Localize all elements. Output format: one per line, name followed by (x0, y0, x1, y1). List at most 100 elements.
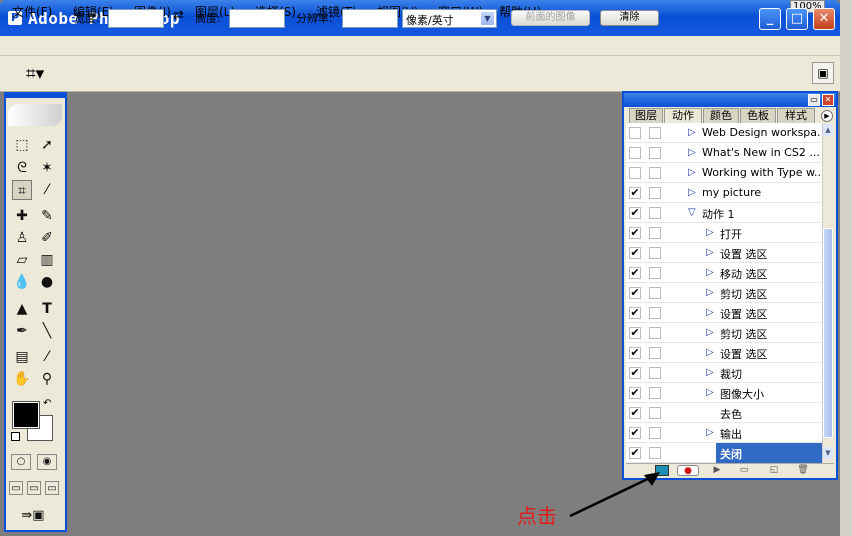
toggle-dialog-checkbox[interactable] (649, 347, 661, 359)
default-colors-icon[interactable] (11, 432, 20, 441)
line-tool-icon[interactable]: ╲ (37, 321, 57, 341)
magic-wand-tool-icon[interactable]: ✶ (37, 158, 57, 178)
collapsed-triangle-icon[interactable]: ▷ (706, 327, 714, 338)
collapsed-triangle-icon[interactable]: ▷ (706, 367, 714, 378)
action-row[interactable]: ✔ ▷ my picture (626, 183, 822, 203)
move-tool-icon[interactable]: ➚ (37, 135, 57, 155)
front-image-button[interactable]: 前面的图像 (511, 10, 590, 26)
toggle-item-checkbox[interactable]: ✔ (629, 387, 641, 399)
toggle-item-checkbox[interactable]: ✔ (629, 447, 641, 459)
resolution-input[interactable] (342, 9, 398, 28)
toggle-dialog-checkbox[interactable] (649, 247, 661, 259)
menu-file[interactable]: 文件(F) (12, 3, 52, 20)
toggle-item-checkbox[interactable]: ✔ (629, 347, 641, 359)
toggle-dialog-checkbox[interactable] (649, 187, 661, 199)
begin-recording-button[interactable]: ● (677, 465, 699, 476)
collapsed-triangle-icon[interactable]: ▷ (706, 427, 714, 438)
action-row[interactable]: ✔ ▷ 图像大小 (626, 383, 822, 403)
toggle-item-checkbox[interactable]: ✔ (629, 227, 641, 239)
toggle-dialog-checkbox[interactable] (649, 207, 661, 219)
tab-swatches[interactable]: 色板 (740, 108, 776, 123)
toggle-item-checkbox[interactable]: ✔ (629, 427, 641, 439)
scroll-down-icon[interactable]: ▼ (823, 447, 833, 459)
action-row[interactable]: ▷ Working with Type w... (626, 163, 822, 183)
type-tool-icon[interactable]: T (37, 299, 57, 319)
collapsed-triangle-icon[interactable]: ▷ (706, 227, 714, 238)
toggle-item-checkbox[interactable]: ✔ (629, 367, 641, 379)
panel-close-icon[interactable]: ✕ (822, 94, 834, 106)
action-row[interactable]: ▷ What's New in CS2 ... (626, 143, 822, 163)
action-row[interactable]: ✔ ▷ 移动 选区 (626, 263, 822, 283)
toggle-item-checkbox[interactable]: ✔ (629, 207, 641, 219)
toggle-dialog-checkbox[interactable] (649, 287, 661, 299)
toggle-dialog-checkbox[interactable] (649, 447, 661, 459)
tab-actions[interactable]: 动作 (664, 108, 702, 123)
close-button[interactable]: ✕ (813, 8, 835, 30)
brush-tool-icon[interactable]: ✎ (37, 206, 57, 226)
feather-logo-icon[interactable] (8, 104, 62, 126)
action-row[interactable]: ✔ ▷ 设置 选区 (626, 303, 822, 323)
eraser-tool-icon[interactable]: ▱ (12, 250, 32, 270)
toggle-item-checkbox[interactable]: ✔ (629, 267, 641, 279)
scroll-thumb[interactable] (823, 228, 833, 438)
toggle-item-checkbox[interactable] (629, 147, 641, 159)
action-row[interactable]: ✔ ▷ 输出 (626, 423, 822, 443)
height-input[interactable] (229, 9, 285, 28)
collapsed-triangle-icon[interactable]: ▷ (688, 127, 696, 138)
toggle-item-checkbox[interactable]: ✔ (629, 307, 641, 319)
hand-tool-icon[interactable]: ✋ (12, 369, 32, 389)
crop-tool-preset-icon[interactable]: ⌗▾ (26, 64, 44, 84)
expanded-triangle-icon[interactable]: ▽ (688, 207, 696, 218)
standard-mode-icon[interactable]: ○ (11, 454, 31, 470)
collapsed-triangle-icon[interactable]: ▷ (688, 187, 696, 198)
screen-mode-full-icon[interactable]: ▭ (45, 481, 59, 495)
toggle-dialog-checkbox[interactable] (649, 427, 661, 439)
resolution-unit-select[interactable]: 像素/英寸 ▼ (402, 9, 497, 28)
toggle-dialog-checkbox[interactable] (649, 127, 661, 139)
toggle-dialog-checkbox[interactable] (649, 227, 661, 239)
action-row[interactable]: ✔ ▷ 打开 (626, 223, 822, 243)
quick-mask-mode-icon[interactable]: ◉ (37, 454, 57, 470)
collapsed-triangle-icon[interactable]: ▷ (688, 147, 696, 158)
toggle-dialog-checkbox[interactable] (649, 147, 661, 159)
toggle-dialog-checkbox[interactable] (649, 167, 661, 179)
blur-tool-icon[interactable]: 💧 (12, 272, 32, 292)
width-input[interactable] (108, 9, 164, 28)
toggle-dialog-checkbox[interactable] (649, 387, 661, 399)
path-selection-tool-icon[interactable]: ▲ (12, 299, 32, 319)
play-selection-button[interactable]: ▶ (710, 465, 724, 476)
create-new-set-button[interactable]: ▭ (737, 465, 751, 476)
jump-to-imageready-icon[interactable]: ⇛▣ (13, 506, 53, 526)
dodge-tool-icon[interactable]: ● (37, 272, 57, 292)
maximize-button[interactable]: □ (786, 8, 808, 30)
toggle-item-checkbox[interactable]: ✔ (629, 407, 641, 419)
action-row[interactable]: ✔ ▷ 裁切 (626, 363, 822, 383)
history-brush-tool-icon[interactable]: ✐ (37, 228, 57, 248)
swap-icon[interactable]: ⇄ (173, 8, 184, 23)
screen-mode-standard-icon[interactable]: ▭ (9, 481, 23, 495)
toggle-item-checkbox[interactable] (629, 127, 641, 139)
toggle-item-checkbox[interactable] (629, 167, 641, 179)
panel-menu-icon[interactable]: ▶ (821, 110, 833, 122)
action-row[interactable]: ✔ 去色 (626, 403, 822, 423)
delete-trash-icon[interactable]: 🗑 (796, 465, 810, 476)
screen-mode-full-menu-icon[interactable]: ▭ (27, 481, 41, 495)
foreground-color-swatch[interactable] (12, 401, 40, 429)
create-new-action-button[interactable]: ◱ (767, 465, 781, 476)
toggle-dialog-checkbox[interactable] (649, 307, 661, 319)
collapsed-triangle-icon[interactable]: ▷ (706, 307, 714, 318)
action-row[interactable]: ✔ 关闭 (626, 443, 822, 463)
panel-minimize-icon[interactable]: ▭ (808, 94, 820, 106)
swap-colors-icon[interactable]: ↶ (43, 398, 51, 409)
lasso-tool-icon[interactable]: ᘓ (12, 158, 32, 178)
scroll-up-icon[interactable]: ▲ (823, 124, 833, 136)
collapsed-triangle-icon[interactable]: ▷ (688, 167, 696, 178)
clone-stamp-tool-icon[interactable]: ♙ (12, 228, 32, 248)
pen-tool-icon[interactable]: ✒ (12, 321, 32, 341)
eyedropper-tool-icon[interactable]: ⁄ (37, 347, 57, 367)
action-row[interactable]: ✔ ▷ 设置 选区 (626, 243, 822, 263)
toggle-item-checkbox[interactable]: ✔ (629, 187, 641, 199)
collapsed-triangle-icon[interactable]: ▷ (706, 267, 714, 278)
notes-tool-icon[interactable]: ▤ (12, 347, 32, 367)
gradient-tool-icon[interactable]: ▥ (37, 250, 57, 270)
